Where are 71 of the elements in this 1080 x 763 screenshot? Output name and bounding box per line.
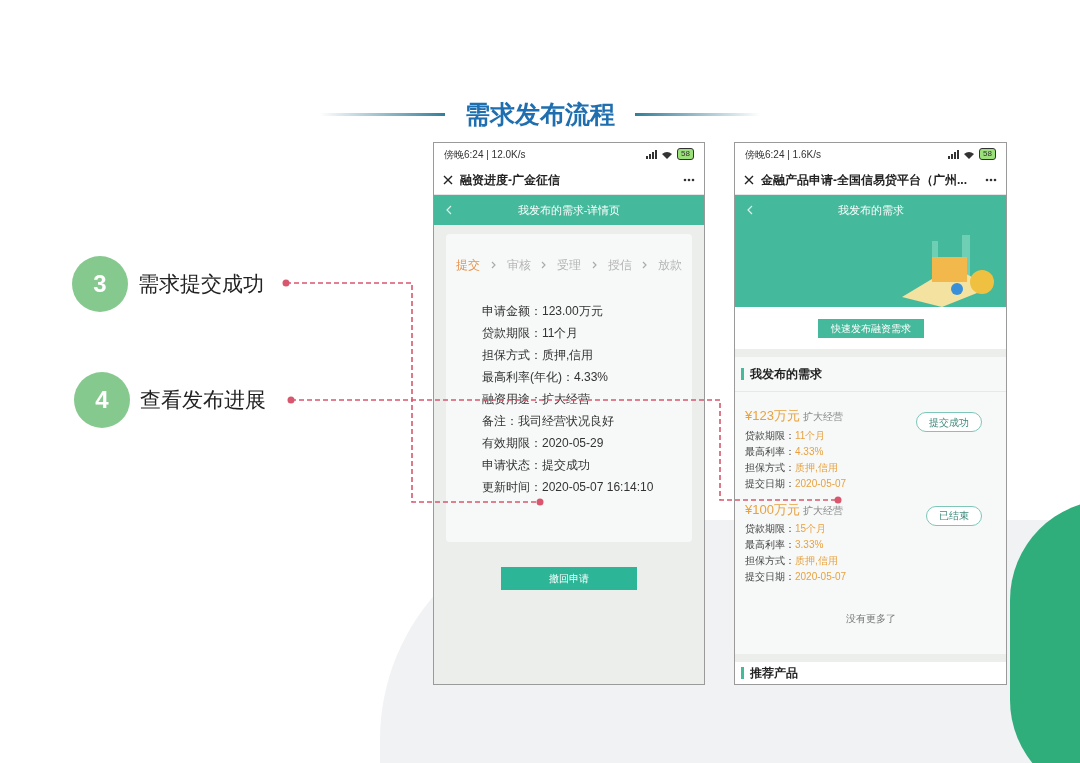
header-title: 我发布的需求-详情页 <box>517 202 621 218</box>
wifi-icon <box>661 149 674 159</box>
field-label: 提交日期： <box>745 570 795 584</box>
progress-step: 放款 <box>658 256 682 274</box>
more-icon <box>985 177 997 182</box>
amount: ¥100万元 <box>745 500 800 519</box>
section-marker <box>741 667 744 679</box>
field-value: 3.33% <box>795 538 824 552</box>
step-number: 3 <box>72 256 128 312</box>
close-icon <box>744 174 754 185</box>
field-value: 质押,信用 <box>795 460 838 475</box>
field-label: 担保方式： <box>745 554 795 568</box>
field-value: 质押,信用 <box>795 554 838 568</box>
detail-field: 备注：我司经营状况良好 <box>482 412 692 430</box>
step-number: 4 <box>74 372 130 428</box>
progress-step: 授信 <box>607 256 632 274</box>
step-label: 需求提交成功 <box>138 271 264 298</box>
field-label: 贷款期限： <box>745 428 795 443</box>
status-button[interactable]: 已结束 <box>926 505 982 526</box>
close-icon <box>443 174 453 185</box>
battery-level: 58 <box>979 148 996 160</box>
field-label: 贷款期限： <box>745 522 795 536</box>
amount: ¥123万元 <box>745 407 800 425</box>
end-of-list-text: 没有更多了 <box>845 612 896 626</box>
page-title: 融资进度-广金征信 <box>460 171 561 189</box>
field-value: 2020-05-07 <box>795 570 847 584</box>
battery-level: 58 <box>677 148 694 160</box>
section-title: 我发布的需求 <box>750 366 822 383</box>
step-label: 查看发布进展 <box>140 387 266 414</box>
section-marker <box>741 368 744 380</box>
field-label: 担保方式： <box>745 460 795 475</box>
field-value: 11个月 <box>795 428 826 443</box>
field-label: 提交日期： <box>745 476 795 491</box>
field-value: 2020-05-07 <box>795 476 847 491</box>
header-title: 我发布的需求 <box>837 202 904 218</box>
field-value: 4.33% <box>795 444 824 459</box>
signal-icon <box>948 149 960 159</box>
detail-field: 申请金额：123.00万元 <box>482 302 692 320</box>
chevron-icon <box>490 261 496 269</box>
field-label: 最高利率： <box>745 538 795 552</box>
progress-step: 提交 <box>456 256 480 274</box>
detail-field: 担保方式：质押,信用 <box>482 346 692 364</box>
back-icon <box>446 205 452 215</box>
progress-step: 审核 <box>506 256 531 274</box>
detail-field: 申请状态：提交成功 <box>482 456 692 474</box>
withdraw-button[interactable]: 撤回申请 <box>501 567 637 590</box>
page-title: 金融产品申请-全国信易贷平台（广州... <box>761 171 968 189</box>
signal-icon <box>646 149 658 159</box>
purpose-tag: 扩大经营 <box>802 409 843 424</box>
slide-title: 需求发布流程 <box>465 99 615 130</box>
status-button[interactable]: 提交成功 <box>916 412 982 432</box>
field-value: 15个月 <box>795 522 827 536</box>
detail-field: 有效期限：2020-05-29 <box>482 434 692 452</box>
purpose-tag: 扩大经营 <box>802 502 843 518</box>
section-title: 推荐产品 <box>750 665 798 682</box>
back-icon <box>747 205 753 215</box>
more-icon <box>683 177 695 182</box>
detail-field: 更新时间：2020-05-07 16:14:10 <box>482 478 692 496</box>
publish-button[interactable]: 快速发布融资需求 <box>817 318 924 338</box>
close-button[interactable] <box>442 173 454 186</box>
chevron-icon <box>642 261 648 269</box>
status-time: 傍晚6:24 | 12.0K/s <box>444 147 526 162</box>
close-button[interactable] <box>743 173 755 186</box>
chevron-icon <box>541 261 547 269</box>
detail-field: 最高利率(年化)：4.33% <box>482 368 692 386</box>
detail-field: 贷款期限：11个月 <box>482 324 692 342</box>
status-time: 傍晚6:24 | 1.6K/s <box>745 147 821 162</box>
wifi-icon <box>963 149 976 159</box>
progress-step: 受理 <box>557 256 581 274</box>
field-label: 最高利率： <box>745 444 795 459</box>
chevron-icon <box>591 261 597 269</box>
